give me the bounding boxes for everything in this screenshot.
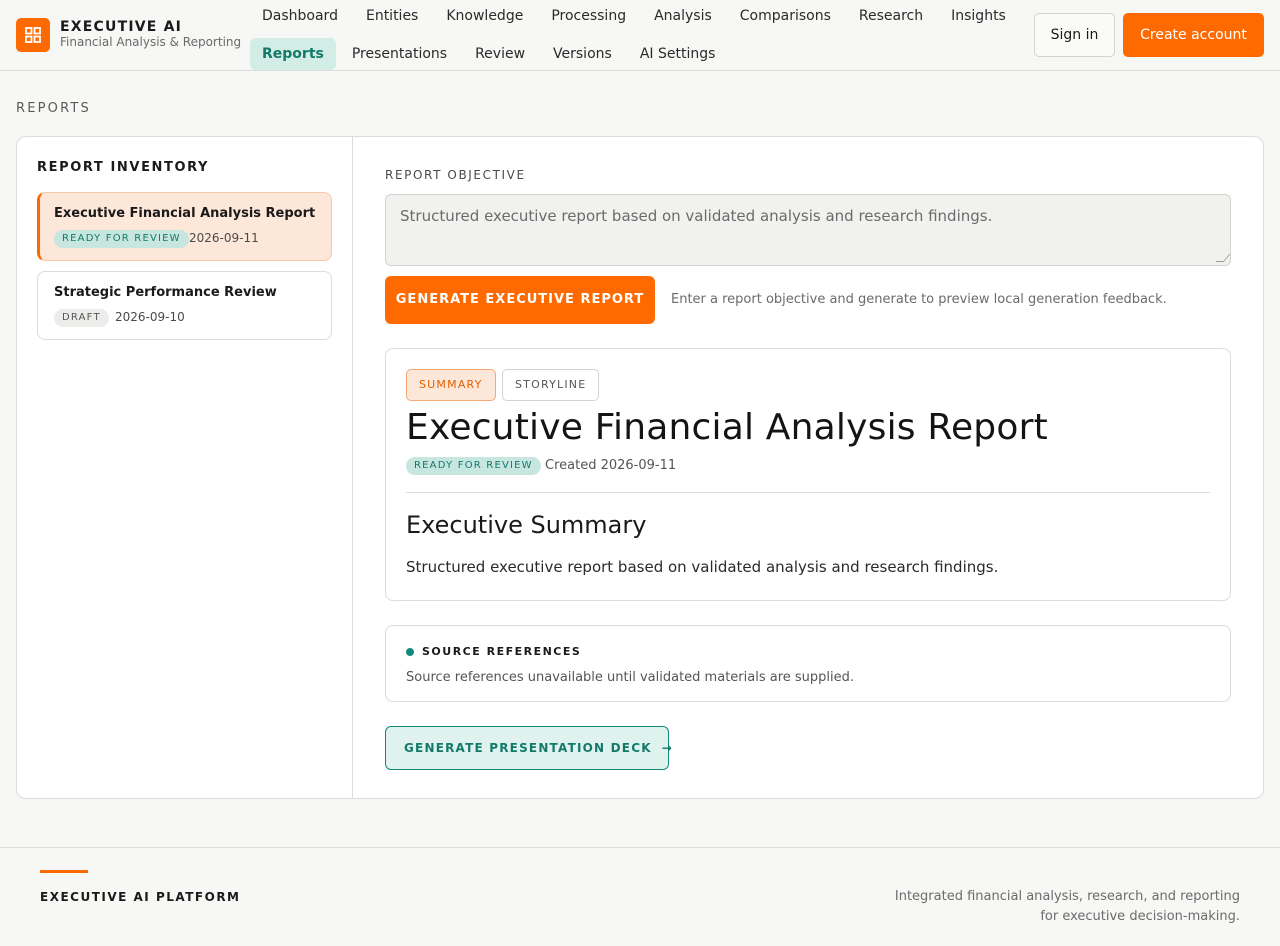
nav-item-ai-settings[interactable]: AI Settings [628,38,728,70]
section-heading: Executive Summary [406,511,647,539]
nav-item-reports[interactable]: Reports [250,38,336,70]
status-badge: READY FOR REVIEW [54,230,189,248]
footer-tagline: Integrated financial analysis, research,… [894,889,1240,924]
nav-item-research[interactable]: Research [847,0,935,32]
nav-item-presentations[interactable]: Presentations [340,38,459,70]
report-title: Executive Financial Analysis Report [406,407,1048,448]
nav-item-analysis[interactable]: Analysis [642,0,724,32]
report-inventory-sidebar: REPORT INVENTORY Executive Financial Ana… [17,137,353,798]
inventory-item-title: Strategic Performance Review [54,285,277,300]
generate-report-button[interactable]: GENERATE EXECUTIVE REPORT [385,276,655,324]
inventory-item-selected[interactable]: Executive Financial Analysis Report READ… [37,192,332,261]
brand-logo[interactable] [16,18,50,52]
footer-title: EXECUTIVE AI PLATFORM [40,890,241,904]
grid-icon [25,27,41,43]
nav-item-processing[interactable]: Processing [539,0,638,32]
objective-label: REPORT OBJECTIVE [385,168,526,182]
nav-item-insights[interactable]: Insights [939,0,1018,32]
create-account-button[interactable]: Create account [1123,13,1264,57]
source-references-text: Source references unavailable until vali… [406,670,855,685]
inventory-item-title: Executive Financial Analysis Report [54,206,316,221]
nav-item-dashboard[interactable]: Dashboard [250,0,350,32]
generate-presentation-deck-button[interactable]: GENERATE PRESENTATION DECK → [385,726,672,770]
report-body-text: Structured executive report based on val… [406,558,999,576]
arrow-right-icon: → [661,741,673,755]
status-badge: DRAFT [54,309,109,327]
nav-row-primary: Dashboard Entities Knowledge Processing … [250,0,1022,32]
source-references-card: SOURCE REFERENCES Source references unav… [385,625,1231,702]
nav-item-entities[interactable]: Entities [354,0,430,32]
inventory-item-date: 2026-09-11 [189,231,259,245]
tab-storyline[interactable]: STORYLINE [502,369,600,401]
status-dot-icon [406,648,414,656]
nav-item-versions[interactable]: Versions [541,38,624,70]
brand-subtitle: Financial Analysis & Reporting [60,35,242,49]
inventory-item-date: 2026-09-10 [115,310,185,324]
inventory-title: REPORT INVENTORY [37,160,210,175]
report-workspace: REPORT OBJECTIVE Structured executive re… [353,137,1263,798]
source-references-title: SOURCE REFERENCES [422,645,582,658]
resize-handle-icon[interactable] [1215,254,1231,262]
inventory-item[interactable]: Strategic Performance Review DRAFT 2026-… [37,271,332,340]
footer-accent-bar [40,870,88,873]
nav-row-secondary: Reports Presentations Review Versions AI… [250,38,731,70]
reports-panel: REPORT INVENTORY Executive Financial Ana… [16,136,1264,799]
footer: EXECUTIVE AI PLATFORM Integrated financi… [0,847,1280,946]
sign-in-button[interactable]: Sign in [1034,13,1115,57]
generate-hint: Enter a report objective and generate to… [671,292,1167,307]
report-created-date: Created 2026-09-11 [545,458,677,473]
tab-summary[interactable]: SUMMARY [406,369,496,401]
report-preview-card: SUMMARY STORYLINE Executive Financial An… [385,348,1231,601]
top-navigation-bar: EXECUTIVE AI Financial Analysis & Report… [0,0,1280,71]
report-objective-textarea[interactable]: Structured executive report based on val… [385,194,1231,266]
page-section-label: REPORTS [16,101,91,116]
objective-value: Structured executive report based on val… [400,207,993,225]
divider [406,492,1210,493]
brand-title: EXECUTIVE AI [60,19,183,35]
nav-item-comparisons[interactable]: Comparisons [728,0,843,32]
status-badge: READY FOR REVIEW [406,457,541,475]
nav-item-knowledge[interactable]: Knowledge [434,0,535,32]
deck-button-label: GENERATE PRESENTATION DECK [404,741,652,755]
nav-item-review[interactable]: Review [463,38,537,70]
